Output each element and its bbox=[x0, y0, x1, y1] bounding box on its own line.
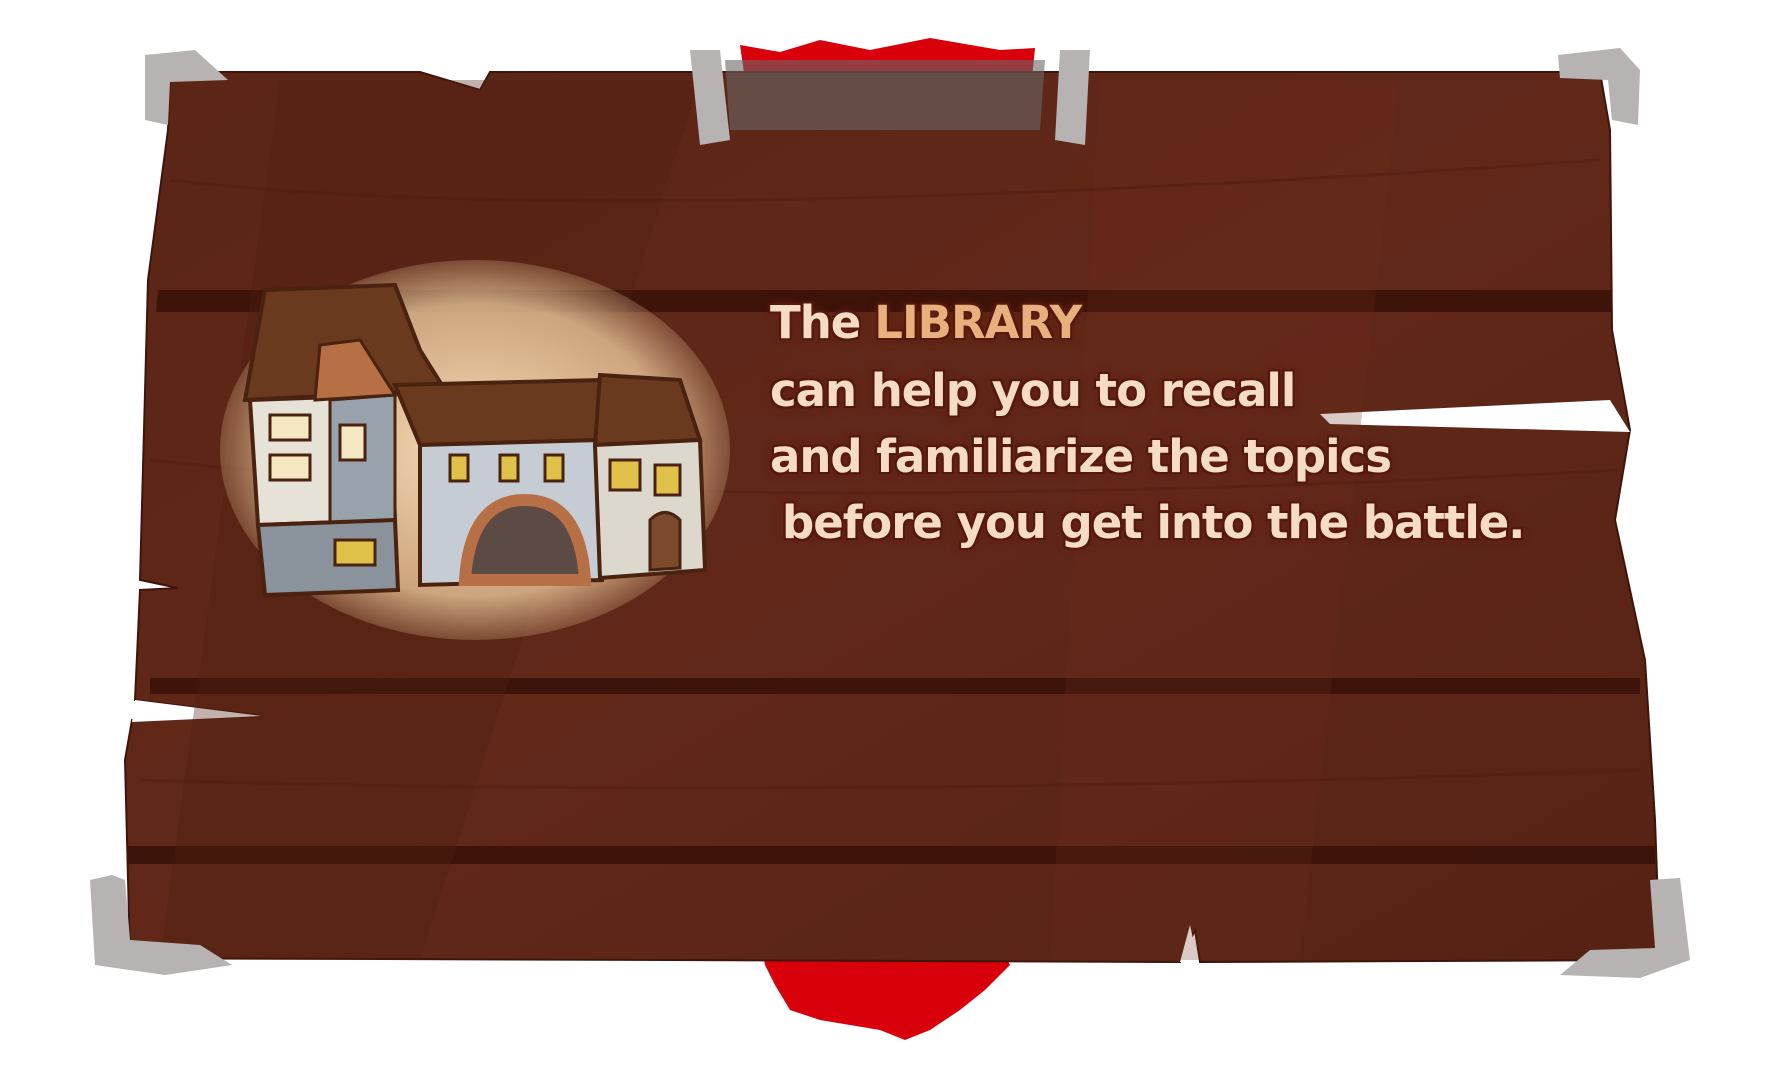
sign-line-3: and familiarize the topics bbox=[770, 430, 1392, 483]
library-highlight: LIBRARY bbox=[874, 296, 1082, 349]
sign-line-1-prefix: The bbox=[770, 296, 861, 349]
sign-text: The LIBRARY can help you to recall and fa… bbox=[770, 290, 1670, 556]
library-building-icon bbox=[220, 260, 730, 640]
sign-line-4: before you get into the battle. bbox=[782, 496, 1525, 549]
sign-line-2: can help you to recall bbox=[770, 364, 1296, 417]
sign-line-1: The LIBRARY bbox=[770, 290, 1670, 356]
